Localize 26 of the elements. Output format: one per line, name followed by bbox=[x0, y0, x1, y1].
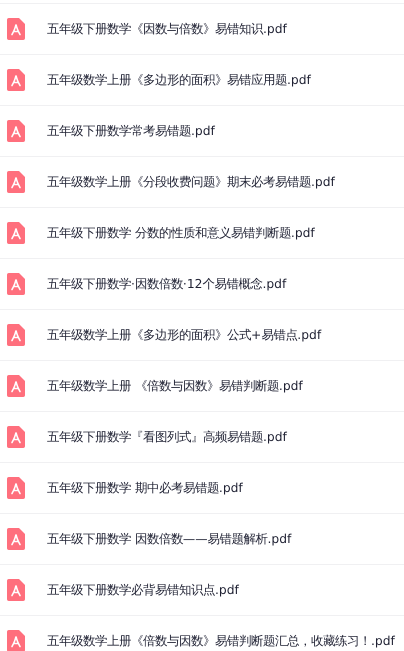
file-name[interactable]: 五年级下册数学 因数倍数——易错题解析.pdf bbox=[47, 530, 292, 548]
pdf-file-icon bbox=[7, 426, 25, 448]
pdf-file-icon bbox=[7, 579, 25, 601]
file-name[interactable]: 五年级数学上册《多边形的面积》易错应用题.pdf bbox=[47, 72, 311, 88]
file-name[interactable]: 五年级数学上册 《倍数与因数》易错判断题.pdf bbox=[47, 378, 303, 394]
pdf-file-icon bbox=[7, 273, 25, 295]
file-name[interactable]: 五年级下册数学《因数与倍数》易错知识.pdf bbox=[47, 20, 287, 38]
file-name[interactable]: 五年级下册数学 期中必考易错题.pdf bbox=[47, 480, 243, 496]
pdf-file-icon bbox=[7, 477, 25, 499]
pdf-file-icon bbox=[7, 324, 25, 346]
pdf-file-icon bbox=[7, 171, 25, 193]
file-name[interactable]: 五年级下册数学 分数的性质和意义易错判断题.pdf bbox=[47, 224, 315, 242]
pdf-file-icon bbox=[7, 69, 25, 91]
file-name[interactable]: 五年级下册数学『看图列式』高频易错题.pdf bbox=[47, 428, 287, 446]
pdf-file-icon bbox=[7, 222, 25, 244]
file-name[interactable]: 五年级下册数学必背易错知识点.pdf bbox=[47, 582, 239, 598]
pdf-file-icon bbox=[7, 120, 25, 142]
pdf-file-icon bbox=[7, 528, 25, 550]
file-name[interactable]: 五年级数学上册《分段收费问题》期末必考易错题.pdf bbox=[47, 174, 335, 190]
file-name[interactable]: 五年级数学上册《倍数与因数》易错判断题汇总，收藏练习！.pdf bbox=[47, 632, 395, 650]
pdf-file-icon bbox=[7, 630, 25, 651]
pdf-file-icon bbox=[7, 375, 25, 397]
file-name[interactable]: 五年级数学上册《多边形的面积》公式+易错点.pdf bbox=[47, 326, 322, 344]
pdf-file-icon bbox=[7, 18, 25, 40]
file-name[interactable]: 五年级下册数学常考易错题.pdf bbox=[47, 122, 215, 140]
file-name[interactable]: 五年级下册数学·因数倍数·12个易错概念.pdf bbox=[47, 276, 286, 292]
